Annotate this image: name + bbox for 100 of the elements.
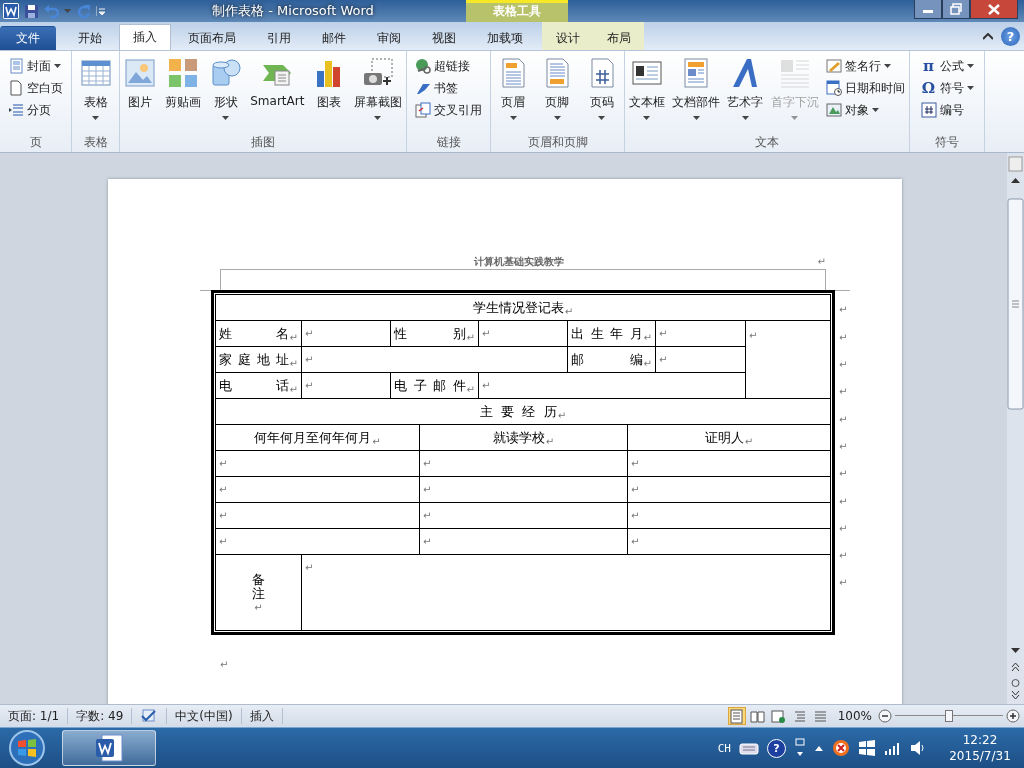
ribbon-button[interactable]: 分页 — [6, 99, 65, 121]
input-language[interactable]: CH — [717, 741, 731, 755]
ribbon-button[interactable]: 剪贴画 — [162, 55, 203, 113]
ribbon-button[interactable]: π 公式 — [918, 55, 976, 77]
ribbon-button[interactable]: 超链接 — [413, 55, 484, 77]
paragraph-mark: ↵ — [839, 468, 848, 480]
ribbon-tab[interactable]: 文件 — [0, 26, 56, 50]
taskbar-button[interactable] — [62, 730, 156, 767]
view-button[interactable] — [727, 707, 746, 726]
paragraph-mark: ↵ — [466, 384, 475, 395]
ribbon-tab[interactable]: 视图 — [418, 26, 470, 50]
cell-label: 邮编 — [571, 350, 643, 369]
ribbon-button[interactable]: 文档部件 — [670, 55, 723, 122]
close-icon[interactable] — [970, 0, 1018, 19]
show-hidden-icons[interactable] — [814, 744, 824, 753]
paragraph-mark: ↵ — [643, 332, 652, 343]
logo-icon[interactable] — [3, 3, 19, 19]
paragraph-mark: ↵ — [482, 380, 491, 391]
caret-icon — [872, 108, 880, 112]
ribbon-tab[interactable]: 页面布局 — [174, 26, 250, 50]
documents-icon — [415, 102, 431, 118]
start-button[interactable] — [6, 729, 48, 768]
ribbon-button[interactable]: 交叉引用 — [413, 99, 484, 121]
paragraph-mark: ↵ — [744, 436, 754, 447]
proofing-icon[interactable] — [140, 709, 159, 724]
ribbon-button[interactable]: 编号 — [918, 99, 976, 121]
cell-label: 备注 — [252, 573, 265, 602]
paragraph-mark: ↵ — [423, 536, 432, 547]
caret-icon — [509, 116, 517, 120]
ribbon-tab[interactable]: 布局 — [595, 26, 642, 50]
paragraph-mark: ↵ — [254, 602, 263, 613]
paragraph-mark: ↵ — [659, 354, 668, 365]
ribbon-button[interactable]: 艺术字 — [725, 55, 766, 122]
keyboard-icon[interactable] — [739, 741, 759, 756]
paragraph-mark: ↵ — [557, 410, 567, 421]
group-label: 链接 — [435, 134, 462, 152]
ribbon-button[interactable]: 封面 — [6, 55, 65, 77]
caret-icon — [884, 64, 892, 68]
restore-icon[interactable] — [942, 0, 970, 19]
speaker-icon[interactable] — [910, 740, 926, 757]
insert-mode[interactable]: 插入 — [241, 708, 283, 725]
ribbon-button[interactable]: 对象 — [824, 99, 908, 121]
notification-icon[interactable] — [832, 739, 850, 758]
ribbon-button[interactable]: 屏幕截图 — [351, 55, 404, 122]
paragraph-mark: ↵ — [289, 384, 298, 395]
paragraph-mark: ↵ — [466, 332, 475, 343]
ribbon-button[interactable]: 图表 — [311, 55, 348, 113]
view-button[interactable] — [769, 707, 788, 726]
ribbon-button[interactable]: 书签 — [413, 77, 484, 99]
ribbon-button[interactable]: 页眉 — [495, 55, 532, 122]
save-icon[interactable] — [24, 3, 39, 19]
language-indicator[interactable]: 中文(中国) — [167, 708, 242, 725]
ribbon-button[interactable]: Ω 符号 — [918, 77, 976, 99]
ribbon-button[interactable]: 图片 — [122, 55, 159, 113]
ribbon-tab[interactable]: 审阅 — [363, 26, 415, 50]
zoom-out-icon[interactable] — [878, 709, 892, 724]
text-lines-icon — [778, 57, 811, 89]
zoom-slider-thumb[interactable] — [945, 710, 953, 723]
paragraph-mark: ↵ — [482, 328, 491, 339]
paragraph-mark: ↵ — [839, 413, 848, 425]
ribbon-button[interactable]: 页脚 — [539, 55, 576, 122]
paragraph-mark: ↵ — [839, 331, 848, 343]
paragraph-mark: ↵ — [219, 484, 228, 495]
ribbon-button[interactable]: 签名行 — [824, 55, 908, 77]
paragraph-mark: ↵ — [839, 495, 848, 507]
ribbon-tab[interactable]: 开始 — [64, 26, 116, 50]
windows-icon[interactable] — [858, 740, 876, 757]
ribbon-button[interactable]: 页码 — [583, 55, 620, 122]
help-button[interactable]: ? — [767, 738, 786, 758]
ribbon-button[interactable]: 表格 — [77, 55, 114, 122]
clock-time[interactable]: 12:22 — [962, 732, 998, 749]
paragraph-mark: ↵ — [545, 436, 555, 447]
ribbon-tab[interactable]: 加载项 — [473, 26, 537, 50]
caret-icon — [598, 116, 606, 120]
ribbon-tab[interactable]: 引用 — [253, 26, 305, 50]
signal-icon[interactable] — [884, 741, 902, 756]
zoom-level[interactable]: 100% — [837, 709, 872, 724]
ribbon-button[interactable]: SmartArt — [248, 55, 307, 110]
zoom-in-icon[interactable] — [1006, 709, 1020, 724]
ribbon-button[interactable]: 文本框 — [626, 55, 667, 122]
number-box-icon — [920, 102, 937, 118]
group-label: 插图 — [250, 134, 276, 152]
ribbon-button[interactable]: 形状 — [207, 55, 244, 122]
view-icon — [792, 708, 808, 724]
ribbon-tab[interactable]: 邮件 — [308, 26, 360, 50]
minimize-icon[interactable] — [914, 0, 942, 19]
caret-icon — [692, 116, 700, 120]
paragraph-mark: ↵ — [643, 358, 652, 369]
caret-icon — [966, 64, 974, 68]
collapse-ribbon-icon[interactable] — [983, 32, 993, 40]
clock-date[interactable]: 2015/7/31 — [949, 748, 1011, 765]
paragraph-mark: ↵ — [423, 484, 432, 495]
ribbon-button[interactable]: 日期和时间 — [824, 77, 908, 99]
cell-label: 出生年月 — [571, 324, 643, 343]
picture-icon — [124, 57, 157, 89]
customize-icon[interactable] — [96, 6, 105, 16]
ribbon-tab[interactable]: 设计 — [544, 26, 591, 50]
ribbon-tab[interactable]: 插入 — [119, 24, 171, 50]
cell-label: 主 要 经 历 — [479, 402, 557, 421]
ribbon-button[interactable]: 空白页 — [6, 77, 65, 99]
